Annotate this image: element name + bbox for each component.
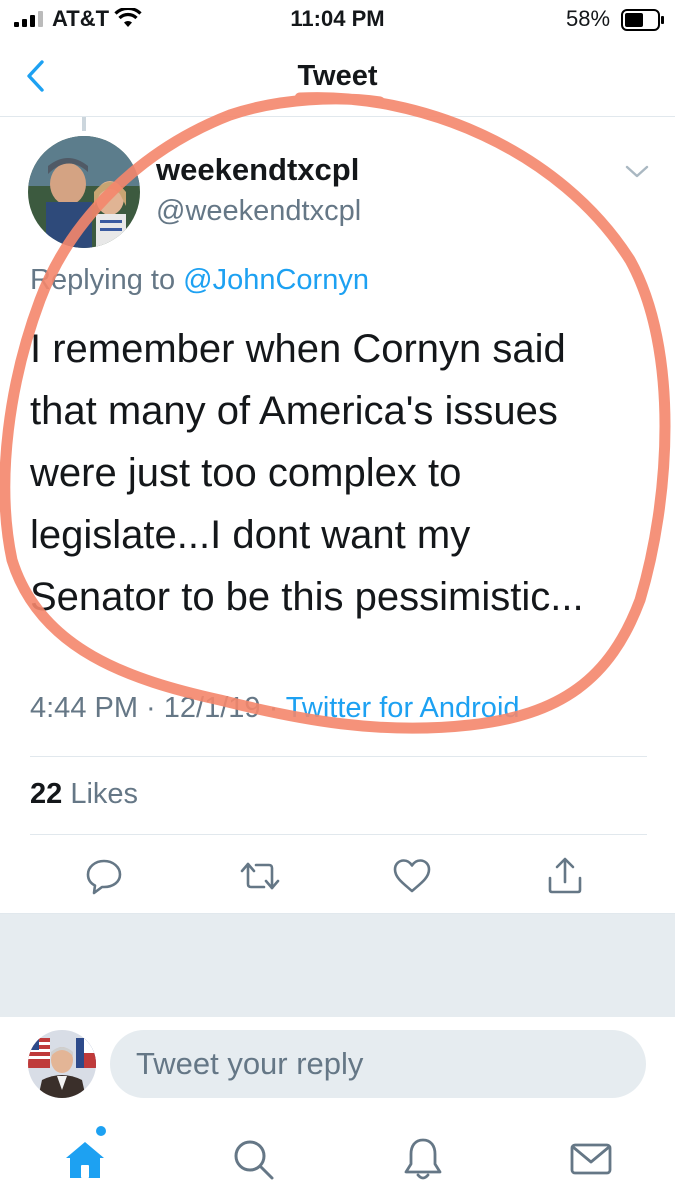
- tweet-text: I remember when Cornyn said that many of…: [30, 318, 650, 628]
- tweet-text-line: legislate...I dont want my: [30, 513, 471, 557]
- retweet-icon[interactable]: [238, 854, 282, 898]
- author-display-name[interactable]: weekendtxcpl: [156, 152, 359, 188]
- tweet-text-line: were just too complex to: [30, 451, 462, 495]
- likes-count[interactable]: 22 Likes: [30, 778, 138, 811]
- tweet-meta: 4:44 PM · 12/1/19 · Twitter for Android: [30, 692, 520, 724]
- tweet-text-line: that many of America's issues: [30, 389, 558, 433]
- divider: [30, 834, 647, 835]
- messages-icon[interactable]: [566, 1134, 616, 1184]
- battery-icon: [621, 9, 664, 31]
- reply-icon[interactable]: [82, 854, 126, 898]
- search-icon[interactable]: [228, 1134, 278, 1184]
- author-avatar[interactable]: [28, 136, 140, 248]
- status-bar: AT&T 11:04 PM 58%: [0, 0, 675, 38]
- chevron-down-icon[interactable]: [624, 164, 650, 180]
- page-title: Tweet: [297, 60, 378, 92]
- likes-number: 22: [30, 778, 63, 810]
- tweet-date: 12/1/19: [163, 692, 261, 724]
- like-icon[interactable]: [390, 854, 434, 898]
- my-avatar[interactable]: [28, 1030, 96, 1098]
- battery-percent: 58%: [566, 6, 611, 31]
- tweet-time: 4:44 PM: [30, 692, 138, 724]
- mention-link[interactable]: @JohnCornyn: [183, 264, 369, 296]
- nav-divider: [0, 116, 675, 117]
- share-icon[interactable]: [543, 854, 587, 898]
- thread-connector-line: [82, 117, 86, 131]
- tweet-source-link[interactable]: Twitter for Android: [286, 692, 520, 724]
- likes-label: Likes: [70, 778, 139, 810]
- notifications-icon[interactable]: [398, 1134, 448, 1184]
- home-icon[interactable]: [60, 1134, 110, 1184]
- divider: [30, 756, 647, 757]
- tweet-text-line: I remember when Cornyn said: [30, 327, 566, 371]
- reply-input-placeholder: Tweet your reply: [136, 1046, 364, 1081]
- author-handle[interactable]: @weekendtxcpl: [156, 195, 361, 228]
- conversation-separator: [0, 913, 675, 1017]
- new-content-dot: [96, 1126, 106, 1136]
- replying-to: Replying to @JohnCornyn: [30, 264, 369, 297]
- replying-to-label: Replying to: [30, 264, 176, 296]
- tweet-text-line: Senator to be this pessimistic...: [30, 575, 584, 619]
